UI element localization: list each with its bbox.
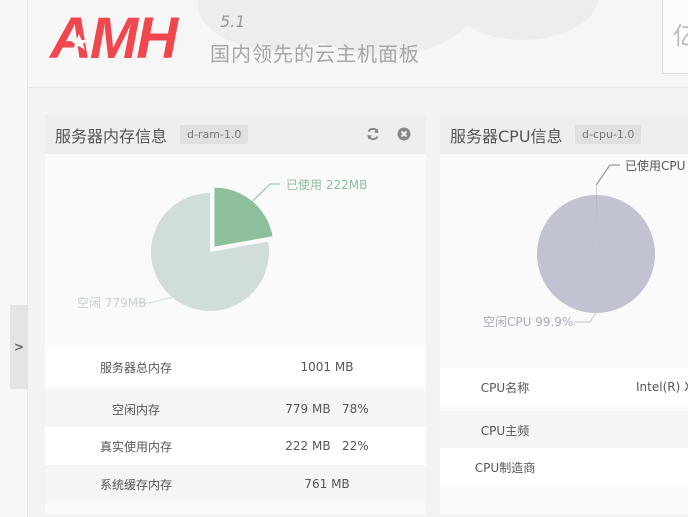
row-label: 系统缓存内存	[99, 477, 172, 492]
amh-logo[interactable]: AMH	[48, 4, 218, 68]
header-cloud-decoration	[448, 0, 598, 40]
row-value: 761 MB	[304, 477, 350, 491]
logo-slogan: 国内领先的云主机面板	[210, 42, 420, 66]
table-row: 服务器总内存 1001 MB	[45, 348, 426, 386]
cpu-info-panel: 服务器CPU信息 d-cpu-1.0 已使用CPU 空闲CPU 99.9% CP…	[440, 114, 688, 514]
row-value: 222 MB 22%	[285, 439, 369, 453]
pie-slice-used	[214, 187, 273, 247]
left-sidebar-strip	[0, 0, 28, 517]
leader-line-used	[595, 164, 620, 186]
cpu-panel-tag: d-cpu-1.0	[575, 125, 642, 144]
row-label: 空闲内存	[111, 402, 160, 417]
row-label: CPU主频	[480, 423, 530, 438]
pie-label-free: 空闲 779MB	[77, 296, 146, 310]
app-header: AMH 5.1 国内领先的云主机面板 亿	[28, 0, 688, 88]
logo-version: 5.1	[220, 12, 246, 31]
close-icon[interactable]	[397, 127, 411, 141]
table-row: 空闲内存 779 MB 78%	[45, 390, 426, 428]
table-row: 真实使用内存 222 MB 22%	[45, 427, 426, 465]
row-label: CPU名称	[480, 380, 530, 395]
ram-info-panel: 服务器内存信息 d-ram-1.0 已使用 222MB 空闲 779MB 服务器…	[45, 114, 426, 514]
cpu-panel-title: 服务器CPU信息	[450, 127, 563, 146]
ram-pie-chart: 已使用 222MB 空闲 779MB	[77, 177, 367, 311]
sidebar-expand-button[interactable]: >	[10, 305, 28, 389]
cpu-panel-header: 服务器CPU信息 d-cpu-1.0	[440, 114, 688, 154]
row-value: 1001 MB	[300, 360, 354, 374]
ram-panel-header: 服务器内存信息 d-ram-1.0	[45, 114, 426, 154]
header-corner-glyph: 亿	[673, 16, 688, 51]
pie-label-free: 空闲CPU 99.9%	[483, 315, 573, 329]
table-row: 系统缓存内存 761 MB	[45, 465, 426, 503]
refresh-icon[interactable]	[366, 127, 380, 141]
row-label: CPU制造商	[474, 460, 536, 475]
row-value: 779 MB 78%	[285, 402, 369, 416]
header-corner-button[interactable]: 亿	[662, 0, 688, 74]
ram-panel-tag: d-ram-1.0	[180, 125, 249, 144]
leader-line-free	[574, 312, 597, 323]
cpu-pie-chart: 已使用CPU 空闲CPU 99.9%	[483, 158, 685, 329]
pie-label-used: 已使用CPU	[625, 158, 685, 173]
pie-slice-free	[537, 195, 656, 313]
table-row: CPU名称 Intel(R) Xe	[440, 368, 688, 406]
leader-line-used	[252, 183, 280, 202]
amh-logo-text: AMH	[48, 6, 179, 68]
table-row: CPU制造商	[440, 448, 688, 486]
table-row: CPU主频	[440, 411, 688, 449]
row-value: Intel(R) Xe	[636, 380, 688, 394]
pie-label-used: 已使用 222MB	[286, 177, 367, 192]
row-label: 真实使用内存	[99, 439, 172, 454]
ram-panel-title: 服务器内存信息	[55, 127, 168, 146]
row-label: 服务器总内存	[99, 360, 172, 375]
